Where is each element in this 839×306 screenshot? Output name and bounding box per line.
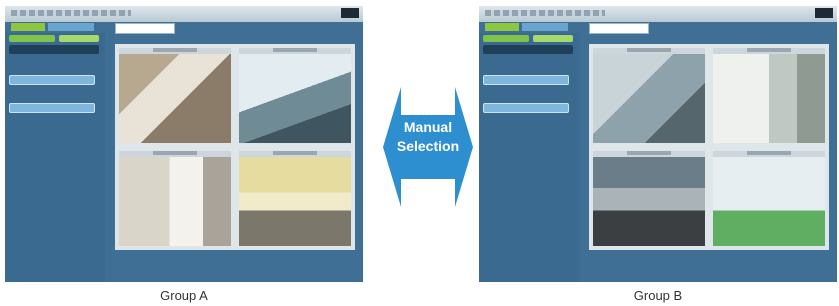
camera-view-header: [152, 48, 198, 52]
tab-row: [11, 23, 94, 31]
camera-view[interactable]: [119, 151, 231, 246]
camera-selector[interactable]: [115, 23, 175, 34]
camera-image: [593, 157, 705, 246]
camera-view[interactable]: [119, 48, 231, 143]
group-a-screenshot: [5, 6, 363, 282]
sidebar-button-1[interactable]: [483, 75, 569, 85]
sidebar-button-2[interactable]: [483, 103, 569, 113]
tab-2[interactable]: [48, 23, 94, 31]
sidebar: [5, 33, 105, 282]
sidebar-button-2[interactable]: [9, 103, 95, 113]
camera-view-header: [746, 151, 792, 155]
group-b-caption: Group B: [633, 288, 683, 303]
tab-1[interactable]: [485, 23, 519, 31]
title-bar: [479, 6, 837, 22]
camera-view[interactable]: [713, 48, 825, 143]
tab-2[interactable]: [522, 23, 568, 31]
tab-row: [485, 23, 568, 31]
camera-image: [713, 157, 825, 246]
camera-view-header: [626, 48, 672, 52]
logo: [815, 8, 833, 18]
title-bar: [5, 6, 363, 22]
sidebar-tab-2[interactable]: [59, 35, 99, 42]
camera-view[interactable]: [713, 151, 825, 246]
arrow-label-line-1: Manual: [403, 119, 453, 135]
group-a-caption: Group A: [160, 288, 208, 303]
camera-image: [119, 157, 231, 246]
camera-view-header: [746, 48, 792, 52]
camera-image: [239, 54, 351, 143]
camera-grid: [589, 44, 829, 250]
camera-view[interactable]: [593, 151, 705, 246]
arrow-label-line-2: Selection: [396, 138, 460, 154]
logo: [341, 8, 359, 18]
camera-view[interactable]: [593, 48, 705, 143]
group-b-screenshot: [479, 6, 837, 282]
toolbar-icons: [485, 10, 605, 16]
camera-image: [593, 54, 705, 143]
camera-view-header: [272, 151, 318, 155]
camera-view-header: [272, 48, 318, 52]
sidebar: [479, 33, 579, 282]
sidebar-tab-1[interactable]: [9, 35, 55, 42]
manual-selection-label: Manual Selection: [383, 118, 473, 156]
sidebar-title: [483, 45, 573, 54]
camera-view[interactable]: [239, 48, 351, 143]
toolbar-icons: [11, 10, 131, 16]
camera-view-header: [626, 151, 672, 155]
sidebar-button-1[interactable]: [9, 75, 95, 85]
camera-image: [239, 157, 351, 246]
sidebar-title: [9, 45, 99, 54]
camera-grid: [115, 44, 355, 250]
camera-image: [713, 54, 825, 143]
camera-image: [119, 54, 231, 143]
camera-view[interactable]: [239, 151, 351, 246]
camera-selector[interactable]: [589, 23, 649, 34]
sidebar-tab-1[interactable]: [483, 35, 529, 42]
camera-view-header: [152, 151, 198, 155]
tab-1[interactable]: [11, 23, 45, 31]
sidebar-tab-2[interactable]: [533, 35, 573, 42]
